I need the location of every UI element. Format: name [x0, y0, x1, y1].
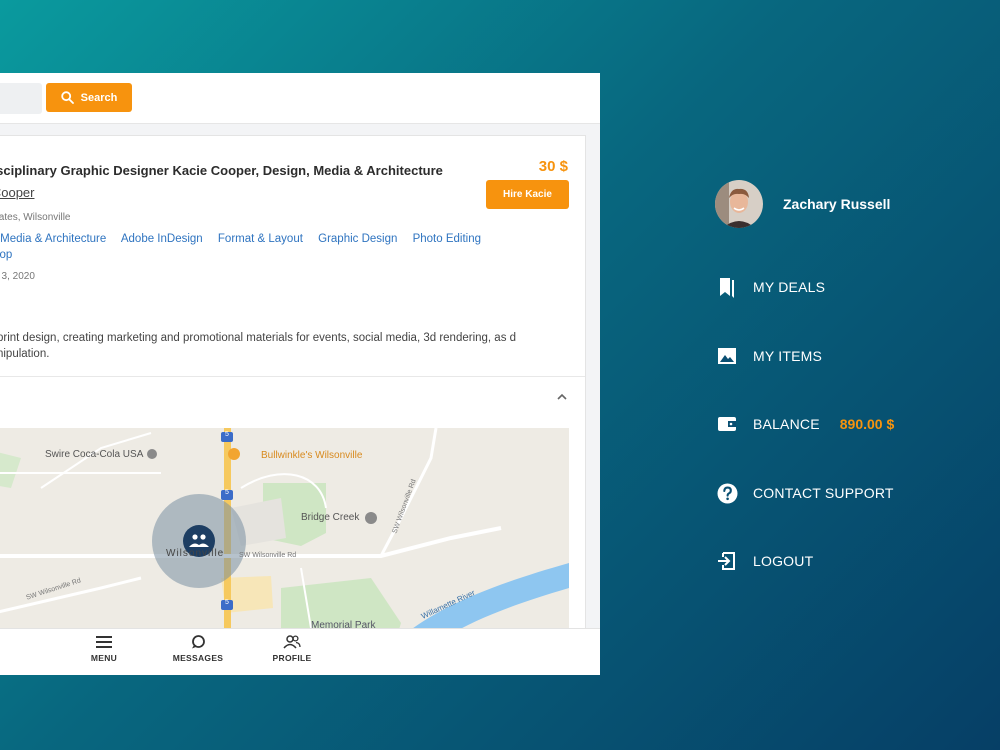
- highway-shield: 5: [225, 489, 229, 496]
- avatar[interactable]: [715, 180, 763, 228]
- highway-shield: 5: [225, 599, 229, 606]
- chevron-up-icon[interactable]: [555, 392, 569, 402]
- menu-item-label: MY DEALS: [753, 279, 826, 295]
- search-input[interactable]: [0, 83, 42, 114]
- nav-profile[interactable]: PROFILE: [252, 635, 332, 663]
- job-location: d States, Wilsonville: [0, 212, 71, 223]
- search-icon: [60, 91, 74, 104]
- nav-menu[interactable]: MENU: [64, 635, 144, 663]
- nav-messages-label: MESSAGES: [172, 653, 224, 663]
- tag-link[interactable]: oshop: [0, 249, 12, 261]
- job-title[interactable]: idisciplinary Graphic Designer Kacie Coo…: [0, 163, 443, 178]
- author-link[interactable]: e Cooper: [0, 185, 34, 200]
- tag-link[interactable]: Graphic Design: [318, 233, 397, 245]
- logout-icon: [716, 550, 738, 572]
- menu-item-items[interactable]: MY ITEMS: [716, 345, 822, 367]
- map-label: Bridge Creek: [301, 512, 360, 523]
- menu-item-deals[interactable]: MY DEALS: [716, 276, 825, 298]
- search-button-label: Search: [80, 91, 118, 104]
- job-price: 30 $: [538, 158, 568, 175]
- map-canvas: [0, 428, 569, 656]
- nav-menu-label: MENU: [90, 653, 118, 663]
- user-name: Zachary Russell: [783, 196, 891, 212]
- hire-button[interactable]: Hire Kacie: [486, 180, 569, 209]
- menu-item-label: LOGOUT: [753, 553, 814, 569]
- menu-item-label: MY ITEMS: [753, 348, 823, 364]
- map-label: SW Wilsonville Rd: [239, 552, 297, 559]
- map-label: Bullwinkle's Wilsonville: [261, 450, 363, 461]
- bottom-nav: MENU MESSAGES PROFILE: [0, 628, 600, 675]
- menu-item-label: CONTACT SUPPORT: [753, 485, 894, 501]
- balance-value: 890.00 $: [839, 416, 895, 432]
- map[interactable]: Swire Coca-Cola USA Bullwinkle's Wilsonv…: [0, 428, 569, 656]
- bookmark-icon: [716, 276, 738, 298]
- menu-item-label: BALANCE: [753, 416, 820, 432]
- job-description: nd print design, creating marketing and …: [0, 332, 517, 360]
- search-bar: Search: [0, 73, 600, 124]
- tag-list: gn, Media & Architecture Adobe InDesign …: [0, 233, 493, 245]
- chat-bubble-icon: [192, 635, 205, 649]
- tag-link[interactable]: Photo Editing: [413, 233, 481, 245]
- image-icon: [716, 345, 738, 367]
- help-icon: [716, 482, 738, 504]
- people-icon: [283, 635, 301, 649]
- wallet-icon: [716, 413, 738, 435]
- menu-icon: [96, 636, 112, 648]
- divider: [0, 376, 585, 377]
- app-window: Search idisciplinary Graphic Designer Ka…: [0, 73, 600, 675]
- nav-messages[interactable]: MESSAGES: [158, 635, 238, 663]
- job-date: l Jul 3, 2020: [0, 271, 35, 282]
- tag-link[interactable]: Format & Layout: [218, 233, 303, 245]
- highway-shield: 5: [225, 431, 229, 438]
- menu-item-support[interactable]: CONTACT SUPPORT: [716, 482, 894, 504]
- search-button[interactable]: Search: [46, 83, 132, 112]
- tag-link[interactable]: Adobe InDesign: [121, 233, 203, 245]
- nav-profile-label: PROFILE: [272, 653, 312, 663]
- tag-link[interactable]: gn, Media & Architecture: [0, 233, 106, 245]
- job-card: idisciplinary Graphic Designer Kacie Coo…: [0, 135, 586, 657]
- map-label: Swire Coca-Cola USA: [45, 449, 144, 460]
- menu-item-balance[interactable]: BALANCE 890.00 $: [716, 413, 894, 435]
- map-label: Wilsonville: [166, 548, 225, 559]
- menu-item-logout[interactable]: LOGOUT: [716, 550, 813, 572]
